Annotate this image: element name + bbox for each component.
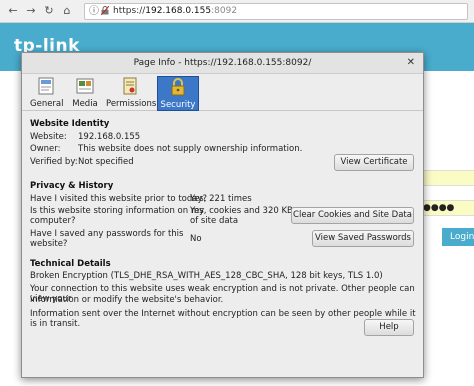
info-icon[interactable]: ⓘ xyxy=(89,5,99,18)
tab-security[interactable]: Security xyxy=(157,76,199,111)
clear-cookies-button[interactable]: Clear Cookies and Site Data xyxy=(291,207,414,224)
dialog-titlebar: Page Info - https://192.168.0.155:8092/ … xyxy=(22,53,423,74)
home-icon[interactable]: ⌂ xyxy=(60,4,74,18)
tab-media-label: Media xyxy=(72,99,98,109)
tab-bar: General Media Permissions Security xyxy=(22,74,423,111)
tab-security-label: Security xyxy=(160,100,196,110)
passwords-question-line2: website? xyxy=(30,239,68,249)
view-saved-passwords-button[interactable]: View Saved Passwords xyxy=(312,230,414,247)
login-button[interactable]: Login xyxy=(442,228,474,246)
close-icon[interactable]: ✕ xyxy=(407,53,415,73)
url-host: 192.168.0.155 xyxy=(145,6,212,16)
visited-answer: Yes, 221 times xyxy=(190,194,252,204)
technical-details-heading: Technical Details xyxy=(30,259,111,269)
passwords-question-line1: Have I saved any passwords for this xyxy=(30,229,184,239)
storing-answer-line2: of site data xyxy=(190,216,239,226)
permissions-icon xyxy=(123,77,137,95)
password-field[interactable]: ●●●● xyxy=(420,200,474,216)
browser-toolbar: ← → ↻ ⌂ ⓘ https://192.168.0.155:8092 xyxy=(0,0,474,23)
visited-question: Have I visited this website prior to tod… xyxy=(30,194,208,204)
weak-encryption-line2: information or modify the website's beha… xyxy=(30,295,224,305)
url-port: :8092 xyxy=(211,6,238,16)
reload-icon[interactable]: ↻ xyxy=(42,4,56,18)
verified-by-value: Not specified xyxy=(78,157,134,167)
view-certificate-button[interactable]: View Certificate xyxy=(334,154,414,171)
tab-general-label: General xyxy=(30,99,64,109)
lock-icon xyxy=(171,78,185,96)
privacy-history-heading: Privacy & History xyxy=(30,181,114,191)
dialog-title: Page Info - https://192.168.0.155:8092/ xyxy=(133,58,312,68)
storing-answer-line1: Yes, cookies and 320 KB xyxy=(190,206,293,216)
tab-permissions[interactable]: Permissions xyxy=(106,76,157,109)
url-bar[interactable]: ⓘ https://192.168.0.155:8092 xyxy=(84,3,468,20)
owner-value: This website does not supply ownership i… xyxy=(78,144,303,154)
storing-question-line1: Is this website storing information on m… xyxy=(30,206,205,216)
insecure-lock-icon[interactable] xyxy=(101,6,109,15)
passwords-answer: No xyxy=(190,234,202,244)
tab-media[interactable]: Media xyxy=(70,76,100,109)
page-info-dialog: Page Info - https://192.168.0.155:8092/ … xyxy=(21,52,424,378)
encryption-info: Broken Encryption (TLS_DHE_RSA_WITH_AES_… xyxy=(30,271,383,281)
back-arrow-icon[interactable]: ← xyxy=(6,4,20,18)
media-icon xyxy=(76,78,94,94)
forward-arrow-icon[interactable]: → xyxy=(24,4,38,18)
website-value: 192.168.0.155 xyxy=(78,132,141,142)
verified-by-label: Verified by: xyxy=(30,157,78,167)
url-scheme: https:// xyxy=(113,6,146,16)
general-info-icon xyxy=(38,77,54,95)
storing-question-line2: computer? xyxy=(30,216,76,226)
help-button[interactable]: Help xyxy=(364,319,414,336)
website-label: Website: xyxy=(30,132,67,142)
username-field[interactable] xyxy=(420,170,474,186)
tab-general[interactable]: General xyxy=(30,76,64,109)
website-identity-heading: Website Identity xyxy=(30,119,110,129)
tab-permissions-label: Permissions xyxy=(106,99,157,109)
url-text: https://192.168.0.155:8092 xyxy=(113,5,237,18)
owner-label: Owner: xyxy=(30,144,61,154)
